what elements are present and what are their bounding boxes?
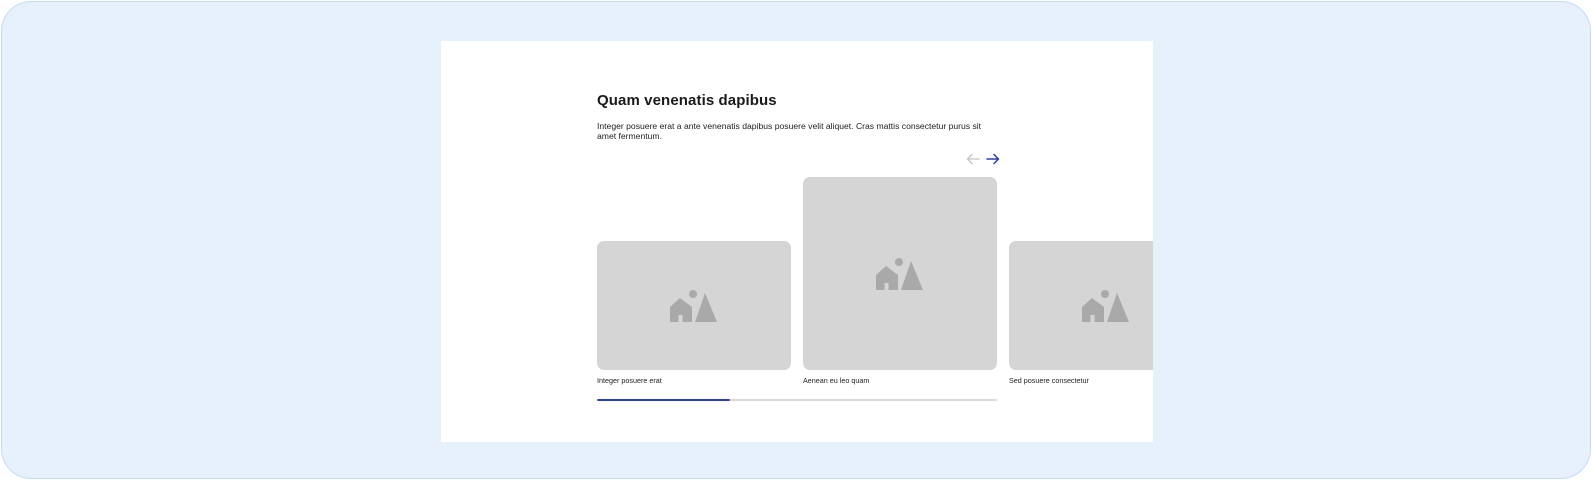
outer-frame: Quam venenatis dapibus Integer posuere e…: [1, 1, 1591, 479]
slide-image-placeholder: [597, 241, 791, 370]
arrow-right-icon: [986, 153, 1000, 165]
slide-caption: Integer posuere erat: [597, 376, 662, 385]
slide-image-placeholder: [1009, 241, 1153, 370]
component-canvas: Quam venenatis dapibus Integer posuere e…: [441, 41, 1153, 442]
carousel-progress-fill: [597, 399, 731, 401]
section-title: Quam venenatis dapibus: [597, 92, 777, 109]
image-placeholder-icon: [670, 289, 717, 322]
slide-image-placeholder: [803, 177, 997, 370]
image-placeholder-icon: [876, 257, 923, 290]
slide-caption: Aenean eu leo quam: [803, 376, 870, 385]
carousel-progress-track: [597, 399, 997, 401]
arrow-left-icon: [966, 153, 980, 165]
carousel-prev-button[interactable]: [965, 152, 981, 166]
carousel-next-button[interactable]: [985, 152, 1001, 166]
image-placeholder-icon: [1082, 289, 1129, 322]
slide-caption: Sed posuere consectetur: [1009, 376, 1089, 385]
section-description: Integer posuere erat a ante venenatis da…: [597, 121, 982, 141]
